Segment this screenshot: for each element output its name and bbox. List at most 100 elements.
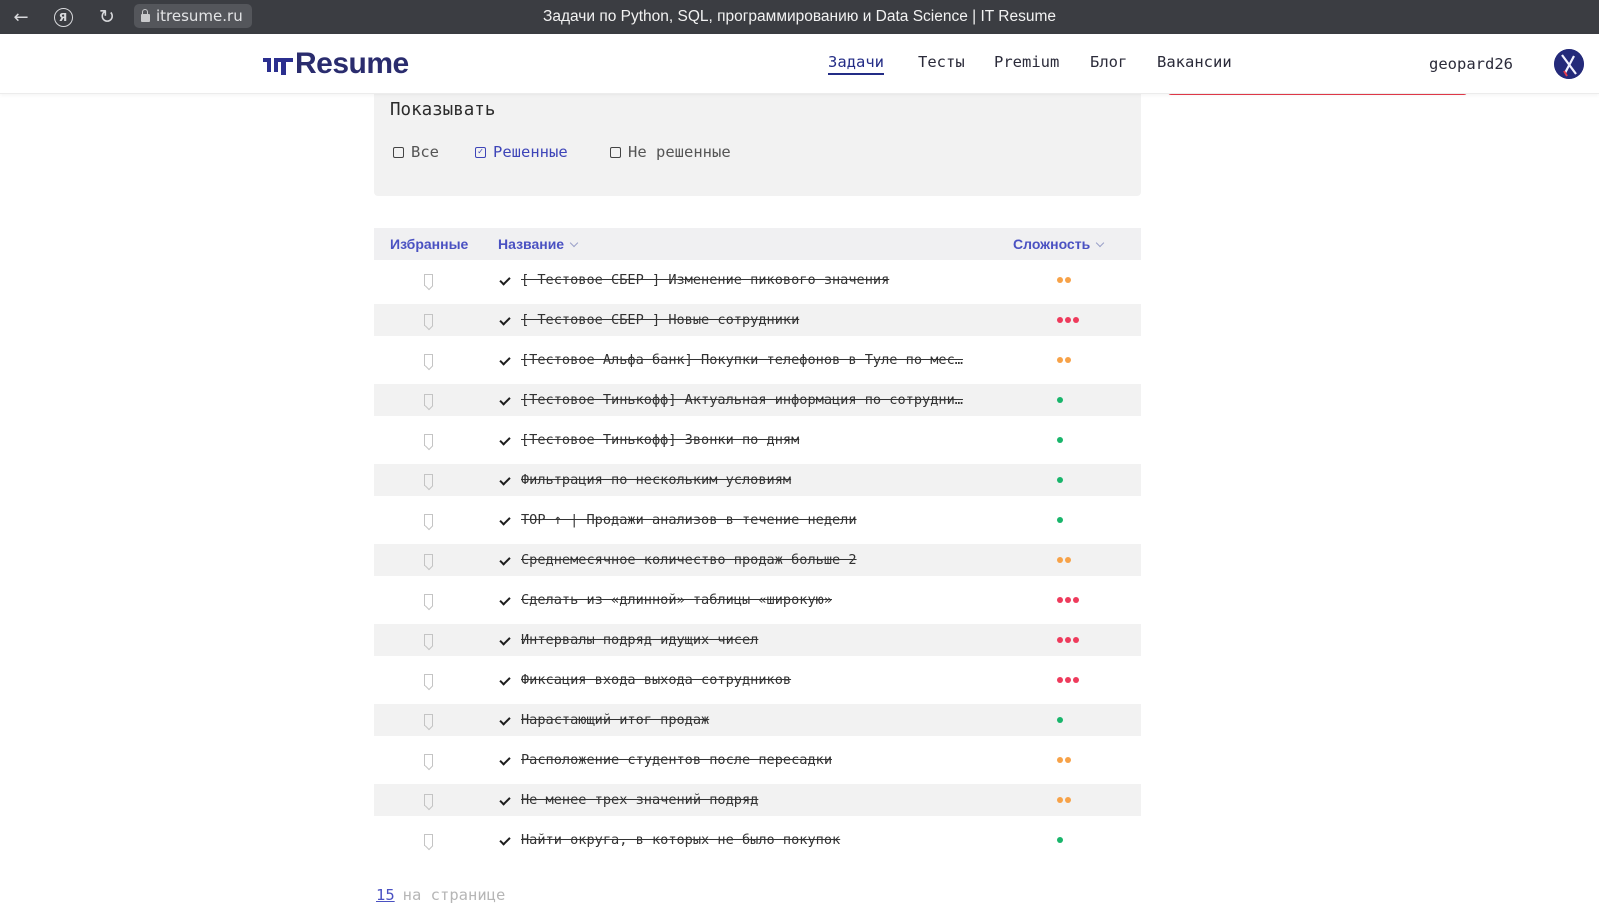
- filter-all-checkbox[interactable]: Все: [393, 142, 439, 162]
- reload-icon[interactable]: ↻: [92, 0, 122, 34]
- bookmark-icon[interactable]: [424, 594, 433, 606]
- per-page-suffix: на странице: [402, 886, 506, 904]
- table-row[interactable]: Сделать из «длинной» таблицы «широкую»: [374, 584, 1141, 616]
- checkbox-icon: [610, 146, 621, 158]
- bookmark-icon[interactable]: [424, 794, 433, 806]
- task-name-link[interactable]: Сделать из «длинной» таблицы «широкую»: [521, 584, 979, 616]
- task-name-link[interactable]: Нарастающий итог продаж: [521, 704, 979, 736]
- bookmark-icon[interactable]: [424, 834, 433, 846]
- difficulty-indicator: [1057, 277, 1073, 283]
- nav-vacancies[interactable]: Вакансии: [1157, 53, 1232, 71]
- nav-tasks[interactable]: Задачи: [828, 53, 884, 75]
- table-row[interactable]: Найти округа, в которых не было покупок: [374, 824, 1141, 856]
- table-row[interactable]: Фильтрация по нескольким условиям: [374, 464, 1141, 496]
- difficulty-indicator: [1057, 517, 1065, 523]
- difficulty-dot: [1065, 797, 1071, 803]
- per-page-link[interactable]: 15: [376, 886, 395, 904]
- checkmark-icon: [499, 634, 511, 646]
- back-arrow-icon[interactable]: ←: [6, 0, 36, 34]
- checkmark-icon: [499, 354, 511, 366]
- bookmark-icon[interactable]: [424, 554, 433, 566]
- difficulty-indicator: [1057, 437, 1065, 443]
- difficulty-indicator: [1057, 677, 1081, 683]
- table-row[interactable]: [ Тестовое СБЕР ] Изменение пикового зна…: [374, 264, 1141, 296]
- difficulty-dot: [1057, 677, 1063, 683]
- bookmark-icon[interactable]: [424, 634, 433, 646]
- difficulty-dot: [1065, 277, 1071, 283]
- difficulty-dot: [1057, 557, 1063, 563]
- difficulty-dot: [1057, 637, 1063, 643]
- table-row[interactable]: Интервалы подряд идущих чисел: [374, 624, 1141, 656]
- task-name-link[interactable]: Не менее трех значений подряд: [521, 784, 979, 816]
- table-row[interactable]: [Тестовое Альфа банк] Покупки телефонов …: [374, 344, 1141, 376]
- bookmark-icon[interactable]: [424, 354, 433, 366]
- difficulty-indicator: [1057, 837, 1065, 843]
- address-bar[interactable]: itresume.ru: [134, 4, 252, 28]
- task-name-link[interactable]: Найти округа, в которых не было покупок: [521, 824, 979, 856]
- checkmark-icon: [499, 834, 511, 846]
- difficulty-dot: [1057, 477, 1063, 483]
- checkmark-icon: [499, 554, 511, 566]
- table-row[interactable]: TOP ↑ | Продажи анализов в течение недел…: [374, 504, 1141, 536]
- difficulty-dot: [1065, 757, 1071, 763]
- username[interactable]: geopard26: [1429, 34, 1513, 94]
- table-header: Избранные Название Сложность: [374, 228, 1141, 260]
- bookmark-icon[interactable]: [424, 674, 433, 686]
- table-row[interactable]: Нарастающий итог продаж: [374, 704, 1141, 736]
- table-row[interactable]: Фиксация входа выхода сотрудников: [374, 664, 1141, 696]
- bookmark-icon[interactable]: [424, 274, 433, 286]
- checkmark-icon: [499, 474, 511, 486]
- browser-toolbar: ← Я ↻ itresume.ru Задачи по Python, SQL,…: [0, 0, 1599, 34]
- difficulty-indicator: [1057, 357, 1073, 363]
- task-name-link[interactable]: Интервалы подряд идущих чисел: [521, 624, 979, 656]
- difficulty-indicator: [1057, 757, 1073, 763]
- site-logo[interactable]: Resume: [263, 47, 409, 81]
- task-name-link[interactable]: Среднемесячное количество продаж больше …: [521, 544, 979, 576]
- filter-all-label: Все: [411, 143, 439, 161]
- difficulty-dot: [1073, 677, 1079, 683]
- column-difficulty-label: Сложность: [1013, 236, 1091, 252]
- column-name[interactable]: Название: [498, 228, 579, 260]
- difficulty-dot: [1073, 317, 1079, 323]
- difficulty-indicator: [1057, 557, 1073, 563]
- bookmark-icon[interactable]: [424, 754, 433, 766]
- task-name-link[interactable]: [Тестовое Тинькофф] Звонки по дням: [521, 424, 979, 456]
- bookmark-icon[interactable]: [424, 314, 433, 326]
- checkmark-icon: [499, 274, 511, 286]
- nav-premium[interactable]: Premium: [994, 53, 1059, 71]
- nav-blog[interactable]: Блог: [1090, 53, 1127, 71]
- avatar[interactable]: [1554, 49, 1584, 79]
- filter-solved-checkbox[interactable]: ✓ Решенные: [475, 142, 568, 162]
- task-name-link[interactable]: Расположение студентов после пересадки: [521, 744, 979, 776]
- table-row[interactable]: [ Тестовое СБЕР ] Новые сотрудники: [374, 304, 1141, 336]
- table-row[interactable]: Среднемесячное количество продаж больше …: [374, 544, 1141, 576]
- column-difficulty[interactable]: Сложность: [1013, 228, 1105, 260]
- task-name-link[interactable]: [Тестовое Альфа банк] Покупки телефонов …: [521, 344, 979, 376]
- difficulty-dot: [1057, 277, 1063, 283]
- task-name-link[interactable]: [Тестовое Тинькофф] Актуальная информаци…: [521, 384, 979, 416]
- column-favorites[interactable]: Избранные: [390, 228, 468, 260]
- bookmark-icon[interactable]: [424, 714, 433, 726]
- bookmark-icon[interactable]: [424, 474, 433, 486]
- checkmark-icon: [499, 394, 511, 406]
- nav-tests[interactable]: Тесты: [918, 53, 965, 71]
- pagination: 15 на странице: [376, 886, 505, 904]
- yandex-icon[interactable]: Я: [48, 0, 78, 34]
- bookmark-icon[interactable]: [424, 394, 433, 406]
- table-row[interactable]: [Тестовое Тинькофф] Звонки по дням: [374, 424, 1141, 456]
- filter-unsolved-checkbox[interactable]: Не решенные: [610, 142, 731, 162]
- task-name-link[interactable]: TOP ↑ | Продажи анализов в течение недел…: [521, 504, 979, 536]
- table-row[interactable]: Расположение студентов после пересадки: [374, 744, 1141, 776]
- difficulty-dot: [1065, 557, 1071, 563]
- chevron-down-icon: [569, 238, 579, 248]
- task-name-link[interactable]: Фиксация входа выхода сотрудников: [521, 664, 979, 696]
- column-name-label: Название: [498, 236, 565, 252]
- bookmark-icon[interactable]: [424, 514, 433, 526]
- task-name-link[interactable]: [ Тестовое СБЕР ] Изменение пикового зна…: [521, 264, 979, 296]
- difficulty-dot: [1065, 357, 1071, 363]
- task-name-link[interactable]: Фильтрация по нескольким условиям: [521, 464, 979, 496]
- table-row[interactable]: [Тестовое Тинькофф] Актуальная информаци…: [374, 384, 1141, 416]
- task-name-link[interactable]: [ Тестовое СБЕР ] Новые сотрудники: [521, 304, 979, 336]
- table-row[interactable]: Не менее трех значений подряд: [374, 784, 1141, 816]
- bookmark-icon[interactable]: [424, 434, 433, 446]
